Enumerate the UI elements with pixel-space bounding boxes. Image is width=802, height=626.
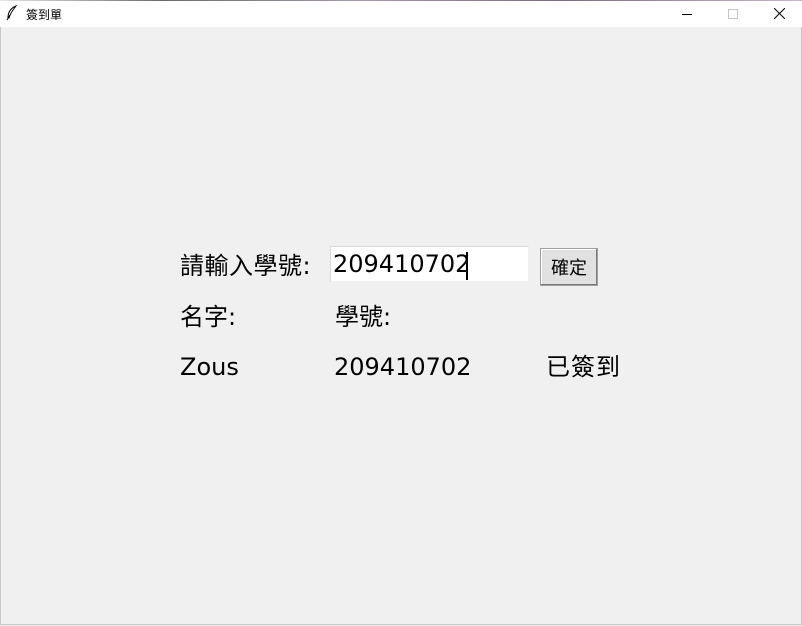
feather-icon [5, 4, 19, 21]
student-id-input[interactable] [330, 246, 529, 282]
window-title: 簽到單 [26, 8, 63, 22]
text-caret [466, 252, 468, 280]
minimize-icon [682, 9, 692, 19]
minimize-button[interactable] [664, 0, 710, 27]
record-status: 已簽到 [546, 353, 621, 381]
student-id-header-label: 學號: [335, 303, 392, 331]
maximize-button[interactable] [710, 0, 756, 27]
name-header-label: 名字: [180, 303, 237, 331]
record-name: Zous [180, 353, 239, 381]
confirm-button[interactable]: 確定 [540, 248, 598, 286]
record-student-id: 209410702 [334, 353, 472, 381]
close-icon [773, 8, 785, 19]
maximize-icon [728, 8, 738, 19]
title-bar[interactable]: 簽到單 [0, 0, 802, 27]
app-window [0, 0, 802, 625]
student-id-prompt-label: 請輸入學號: [180, 252, 312, 280]
close-button[interactable] [756, 0, 802, 27]
